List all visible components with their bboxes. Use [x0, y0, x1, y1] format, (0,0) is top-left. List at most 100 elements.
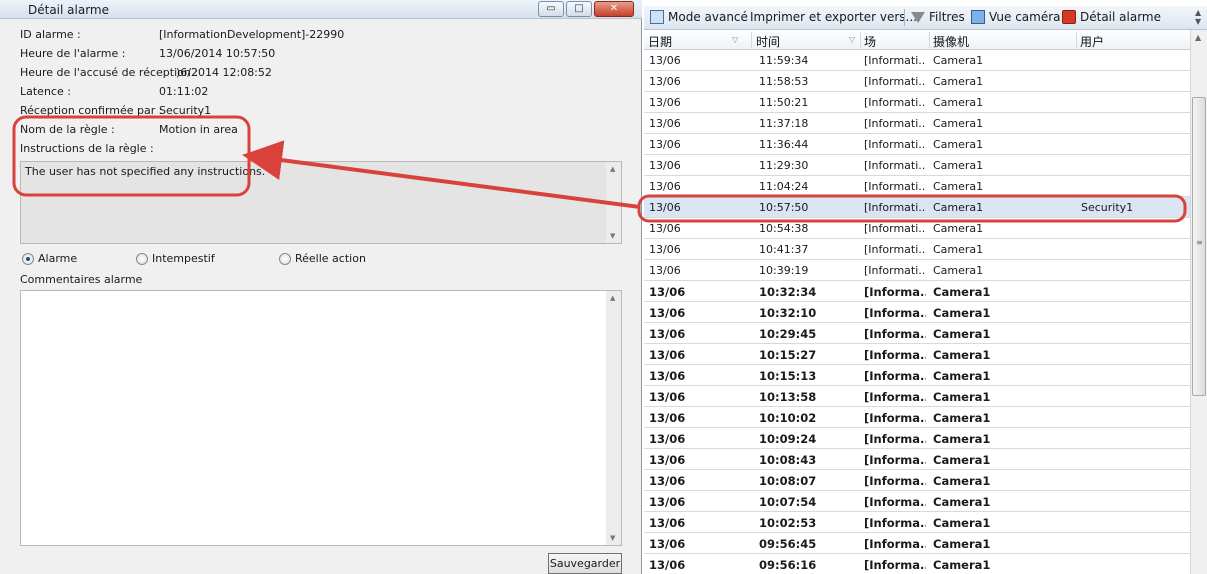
table-row[interactable]: 13/06 10:54:38 [Informati... Camera1 — [644, 218, 1190, 239]
scroll-down-icon[interactable]: ▼ — [610, 534, 615, 542]
radio-checked-icon[interactable] — [22, 252, 34, 265]
table-row[interactable]: 13/06 10:15:27 [Informa... Camera1 — [644, 344, 1190, 365]
column-camera[interactable]: 摄像机 — [933, 33, 969, 50]
table-row[interactable]: 13/06 10:02:53 [Informa... Camera1 — [644, 512, 1190, 533]
cell-site: [Informati... — [864, 96, 926, 109]
save-button[interactable]: Sauvegarder — [548, 553, 622, 574]
advanced-mode-label: Mode avancé — [668, 10, 748, 24]
table-row[interactable]: 13/06 10:07:54 [Informa... Camera1 — [644, 491, 1190, 512]
column-site[interactable]: 场 — [864, 33, 876, 50]
table-row[interactable]: 13/06 09:56:16 [Informa... Camera1 — [644, 554, 1190, 574]
cell-time: 11:59:34 — [759, 54, 809, 67]
cell-date: 13/06 — [649, 474, 686, 488]
print-export-button[interactable]: Imprimer et exporter vers.... — [750, 10, 921, 24]
maximize-button[interactable]: □ — [566, 1, 592, 17]
instructions-scrollbar[interactable]: ▲ ▼ — [606, 162, 621, 243]
table-row[interactable]: 13/06 10:41:37 [Informati... Camera1 — [644, 239, 1190, 260]
cell-camera: Camera1 — [933, 180, 984, 193]
print-export-label: Imprimer et exporter vers.... — [750, 10, 921, 24]
cell-camera: Camera1 — [933, 369, 991, 383]
cell-site: [Informati... — [864, 117, 926, 130]
table-row[interactable]: 13/06 10:13:58 [Informa... Camera1 — [644, 386, 1190, 407]
cell-site: [Informa... — [864, 495, 926, 509]
cell-time: 10:32:34 — [759, 285, 817, 299]
close-button[interactable]: ✕ — [594, 1, 634, 17]
cell-site: [Informa... — [864, 348, 926, 362]
cell-site: [Informa... — [864, 432, 926, 446]
scroll-up-icon[interactable]: ▲ — [610, 165, 615, 173]
minimize-button[interactable]: ▭ — [538, 1, 564, 17]
cell-site: [Informati... — [864, 264, 926, 277]
column-date[interactable]: 日期 — [648, 33, 672, 50]
cell-site: [Informa... — [864, 306, 926, 320]
cell-camera: Camera1 — [933, 327, 991, 341]
comments-textarea[interactable]: ▲ ▼ — [20, 290, 622, 546]
column-separator[interactable] — [929, 32, 930, 48]
table-row[interactable]: 13/06 11:29:30 [Informati... Camera1 — [644, 155, 1190, 176]
ack-time-label: Heure de l'accusé de réception : — [20, 66, 199, 79]
alarm-detail-panel: Détail alarme ▭ □ ✕ ID alarme : [Informa… — [0, 0, 642, 574]
radio-unchecked-icon[interactable] — [279, 252, 291, 265]
table-row[interactable]: 13/06 10:57:50 [Informati... Camera1 Securit… — [644, 197, 1190, 218]
alarm-id-value: [InformationDevelopment]-22990 — [159, 28, 345, 41]
table-row[interactable]: 13/06 11:37:18 [Informati... Camera1 — [644, 113, 1190, 134]
table-row[interactable]: 13/06 10:32:10 [Informa... Camera1 — [644, 302, 1190, 323]
radio-unchecked-icon[interactable] — [136, 252, 148, 265]
table-row[interactable]: 13/06 11:59:34 [Informati... Camera1 — [644, 50, 1190, 71]
cell-site: [Informa... — [864, 453, 926, 467]
cell-time: 11:58:53 — [759, 75, 809, 88]
column-time[interactable]: 时间 — [756, 33, 780, 50]
camera-view-label: Vue caméra — [989, 10, 1061, 24]
camera-view-button[interactable]: Vue caméra — [971, 10, 1061, 24]
radio-intempestif[interactable]: Intempestif — [136, 252, 215, 265]
rule-name-label: Nom de la règle : — [20, 123, 115, 136]
window-title: Détail alarme — [28, 3, 109, 17]
table-scrollbar[interactable]: ▲ ≡ — [1190, 30, 1207, 574]
table-row[interactable]: 13/06 10:32:34 [Informa... Camera1 — [644, 281, 1190, 302]
column-user[interactable]: 用户 — [1080, 33, 1104, 50]
cell-time: 11:36:44 — [759, 138, 809, 151]
table-row[interactable]: 13/06 11:36:44 [Informati... Camera1 — [644, 134, 1190, 155]
table-row[interactable]: 13/06 10:09:24 [Informa... Camera1 — [644, 428, 1190, 449]
cell-date: 13/06 — [649, 348, 686, 362]
scroll-up-icon[interactable]: ▲ — [1195, 33, 1201, 42]
column-separator[interactable] — [1076, 32, 1077, 48]
cell-date: 13/06 — [649, 453, 686, 467]
table-row[interactable]: 13/06 10:08:07 [Informa... Camera1 — [644, 470, 1190, 491]
cell-time: 11:37:18 — [759, 117, 809, 130]
column-separator[interactable] — [751, 32, 752, 48]
column-separator[interactable] — [860, 32, 861, 48]
cell-date: 13/06 — [649, 180, 681, 193]
radio-reelle-action[interactable]: Réelle action — [279, 252, 366, 265]
comments-scrollbar[interactable]: ▲ ▼ — [606, 291, 621, 545]
rule-instructions-label: Instructions de la règle : — [20, 142, 154, 155]
scroll-down-icon[interactable]: ▼ — [610, 232, 615, 240]
table-row[interactable]: 13/06 10:29:45 [Informa... Camera1 — [644, 323, 1190, 344]
alarm-detail-button[interactable]: Détail alarme — [1062, 10, 1161, 24]
advanced-mode-button[interactable]: Mode avancé — [650, 10, 748, 24]
instructions-box[interactable]: The user has not specified any instructi… — [20, 161, 622, 244]
column-filter-icon[interactable]: ▽ — [732, 35, 738, 44]
comments-label: Commentaires alarme — [20, 273, 143, 286]
cell-date: 13/06 — [649, 75, 681, 88]
filters-button[interactable]: Filtres — [911, 10, 965, 24]
table-row[interactable]: 13/06 10:10:02 [Informa... Camera1 — [644, 407, 1190, 428]
table-row[interactable]: 13/06 10:15:13 [Informa... Camera1 — [644, 365, 1190, 386]
cell-user: Security1 — [1081, 201, 1134, 214]
cell-site: [Informa... — [864, 369, 926, 383]
radio-alarme[interactable]: Alarme — [22, 252, 77, 265]
column-filter-icon[interactable]: ▽ — [849, 35, 855, 44]
table-row[interactable]: 13/06 09:56:45 [Informa... Camera1 — [644, 533, 1190, 554]
app-root: Détail alarme ▭ □ ✕ ID alarme : [Informa… — [0, 0, 1207, 574]
toolbar-overflow-icon[interactable]: ▲ ▼ — [1195, 8, 1205, 26]
scrollbar-thumb[interactable]: ≡ — [1192, 97, 1206, 396]
rule-name-value: Motion in area — [159, 123, 238, 136]
table-row[interactable]: 13/06 11:50:21 [Informati... Camera1 — [644, 92, 1190, 113]
cell-time: 10:57:50 — [759, 201, 809, 214]
table-row[interactable]: 13/06 10:08:43 [Informa... Camera1 — [644, 449, 1190, 470]
cell-date: 13/06 — [649, 96, 681, 109]
table-row[interactable]: 13/06 11:04:24 [Informati... Camera1 — [644, 176, 1190, 197]
table-row[interactable]: 13/06 11:58:53 [Informati... Camera1 — [644, 71, 1190, 92]
scroll-up-icon[interactable]: ▲ — [610, 294, 615, 302]
table-row[interactable]: 13/06 10:39:19 [Informati... Camera1 — [644, 260, 1190, 281]
